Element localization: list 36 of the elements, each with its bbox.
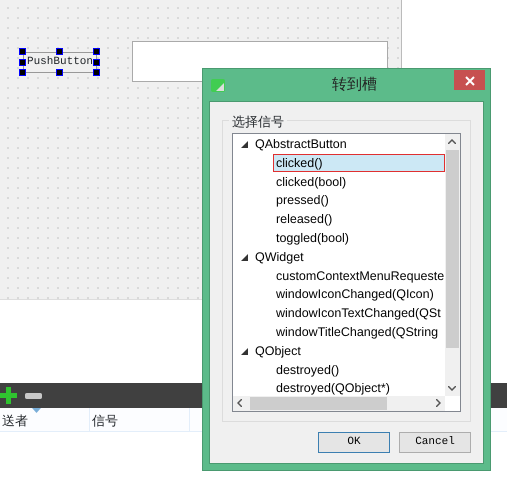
vertical-scrollbar[interactable] bbox=[445, 134, 460, 396]
resize-handle[interactable] bbox=[56, 48, 63, 55]
resize-handle[interactable] bbox=[56, 69, 63, 76]
tree-item[interactable]: released() bbox=[273, 210, 445, 229]
tree-item[interactable]: toggled(bool) bbox=[273, 229, 445, 248]
tree-item[interactable]: windowIconTextChanged(QSt bbox=[273, 304, 445, 323]
tree-item[interactable]: QWidget bbox=[255, 248, 304, 267]
qt-logo-icon bbox=[211, 78, 225, 92]
close-button[interactable] bbox=[454, 70, 485, 90]
dialog-title: 转到槽 bbox=[332, 74, 377, 95]
add-icon[interactable] bbox=[0, 387, 17, 404]
expand-arrow-icon[interactable] bbox=[241, 140, 248, 148]
expand-arrow-icon[interactable] bbox=[241, 348, 248, 355]
dialog-button[interactable]: Cancel bbox=[399, 432, 471, 453]
scroll-right-icon[interactable] bbox=[436, 399, 441, 407]
tree-item[interactable]: QObject bbox=[255, 342, 301, 361]
column-header[interactable]: 信号 bbox=[90, 408, 190, 431]
scroll-down-icon[interactable] bbox=[448, 386, 456, 391]
expand-arrow-icon[interactable] bbox=[241, 254, 248, 261]
tree-item[interactable]: destroyed(QObject*) bbox=[273, 380, 445, 396]
tree-item[interactable]: windowTitleChanged(QString bbox=[273, 323, 445, 342]
tree-item[interactable]: destroyed() bbox=[273, 360, 445, 379]
column-header[interactable]: 送者 bbox=[0, 408, 89, 431]
tree-item[interactable]: windowIconChanged(QIcon) bbox=[273, 286, 445, 304]
tree-item[interactable]: customContextMenuRequeste bbox=[273, 266, 445, 285]
dialog-button[interactable]: OK bbox=[318, 432, 390, 453]
push-button[interactable]: PushButton bbox=[23, 52, 97, 73]
tree-item[interactable]: QAbstractButton bbox=[255, 135, 347, 154]
scroll-left-icon[interactable] bbox=[237, 399, 242, 407]
horizontal-scrollbar[interactable] bbox=[233, 396, 445, 411]
tree-item[interactable]: clicked(bool) bbox=[273, 172, 445, 191]
close-icon bbox=[464, 76, 474, 86]
tree-item[interactable]: clicked() bbox=[273, 154, 445, 172]
tree-item[interactable]: pressed() bbox=[273, 192, 445, 210]
remove-icon[interactable] bbox=[25, 392, 42, 398]
scroll-up-icon[interactable] bbox=[448, 139, 456, 144]
